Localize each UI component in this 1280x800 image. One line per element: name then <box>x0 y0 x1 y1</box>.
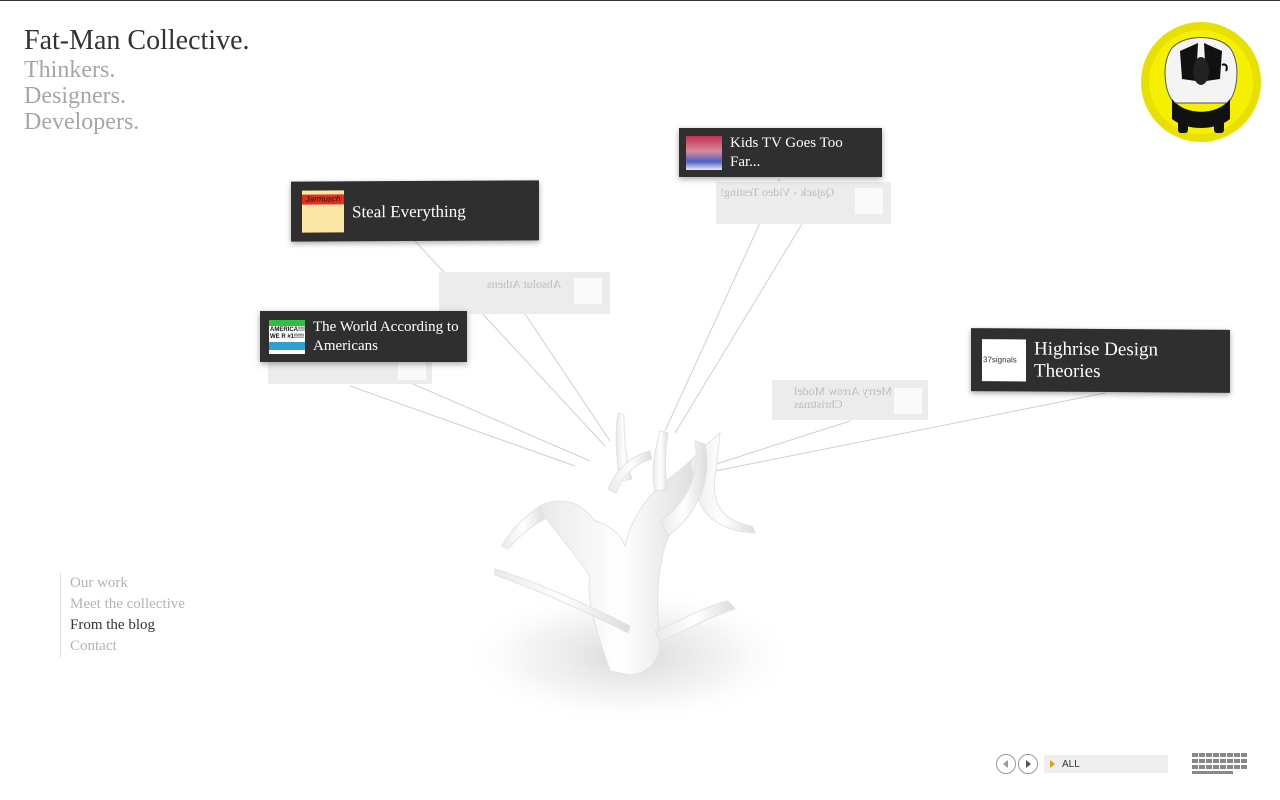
thumb-37signals: 37signals <box>982 338 1026 381</box>
stage: Fat-Man Collective. Thinkers. Designers.… <box>0 0 1280 800</box>
caret-right-icon <box>1050 760 1055 768</box>
nav-meet-collective[interactable]: Meet the collective <box>70 594 185 615</box>
ghost-card-merry-arrow[interactable]: Merry Arrow Model Christmas <box>772 380 928 420</box>
ghost-card-title: Merry Arrow Model Christmas <box>794 384 892 411</box>
tagline-thinkers: Thinkers. <box>24 57 116 83</box>
nav-our-work[interactable]: Our work <box>70 573 185 594</box>
ghost-card-title: Qajack - Video Testing! <box>720 185 835 199</box>
main-nav: Our work Meet the collective From the bl… <box>60 573 185 657</box>
card-kids-tv[interactable]: Kids TV Goes Too Far... <box>679 128 882 177</box>
mascot-logo[interactable] <box>1140 21 1262 143</box>
thumb-kids-tv <box>686 135 722 170</box>
card-world-according[interactable]: AMERICA!!!!! WE R #1!!!!! The World Acco… <box>260 311 467 362</box>
next-button[interactable] <box>1018 754 1038 774</box>
prev-button[interactable] <box>996 754 1016 774</box>
thumb-america: AMERICA!!!!! WE R #1!!!!! <box>269 319 305 354</box>
nav-from-blog[interactable]: From the blog <box>70 615 185 636</box>
card-title: The World According to Americans <box>313 318 459 354</box>
pager-controls: ALL <box>996 754 1168 774</box>
thumb-jarmusch: Jarmusch <box>302 190 344 233</box>
chevron-right-icon <box>1026 760 1031 768</box>
mascot-icon <box>574 278 602 304</box>
brand-title[interactable]: Fat-Man Collective. <box>24 25 250 57</box>
tagline-designers: Designers. <box>24 83 126 109</box>
brand-header: Fat-Man Collective. Thinkers. Designers.… <box>24 25 250 135</box>
ghost-card-title: Absolut Athens <box>487 277 562 291</box>
grid-view-icon[interactable] <box>1192 753 1248 775</box>
tagline-developers: Developers. <box>24 109 140 135</box>
card-title: Highrise Design Theories <box>1034 338 1159 382</box>
chevron-left-icon <box>1003 760 1008 768</box>
mascot-icon <box>855 188 883 214</box>
ghost-card-qajack[interactable]: Qajack - Video Testing! <box>716 182 891 224</box>
thumb-label: 37signals <box>983 355 1017 365</box>
filter-label: ALL <box>1062 758 1080 770</box>
nav-contact[interactable]: Contact <box>70 636 185 657</box>
card-title: Kids TV Goes Too Far... <box>730 134 843 170</box>
thumb-label: Jarmusch <box>302 194 344 205</box>
card-highrise[interactable]: 37signals Highrise Design Theories <box>971 328 1230 393</box>
mascot-icon <box>894 388 922 414</box>
thumb-label: AMERICA!!!!! WE R #1!!!!! <box>270 326 305 340</box>
ghost-card-absolut[interactable]: Absolut Athens <box>439 272 610 314</box>
card-title: Steal Everything <box>352 201 466 221</box>
category-filter[interactable]: ALL <box>1044 755 1168 773</box>
card-steal-everything[interactable]: Jarmusch Steal Everything <box>291 180 539 242</box>
